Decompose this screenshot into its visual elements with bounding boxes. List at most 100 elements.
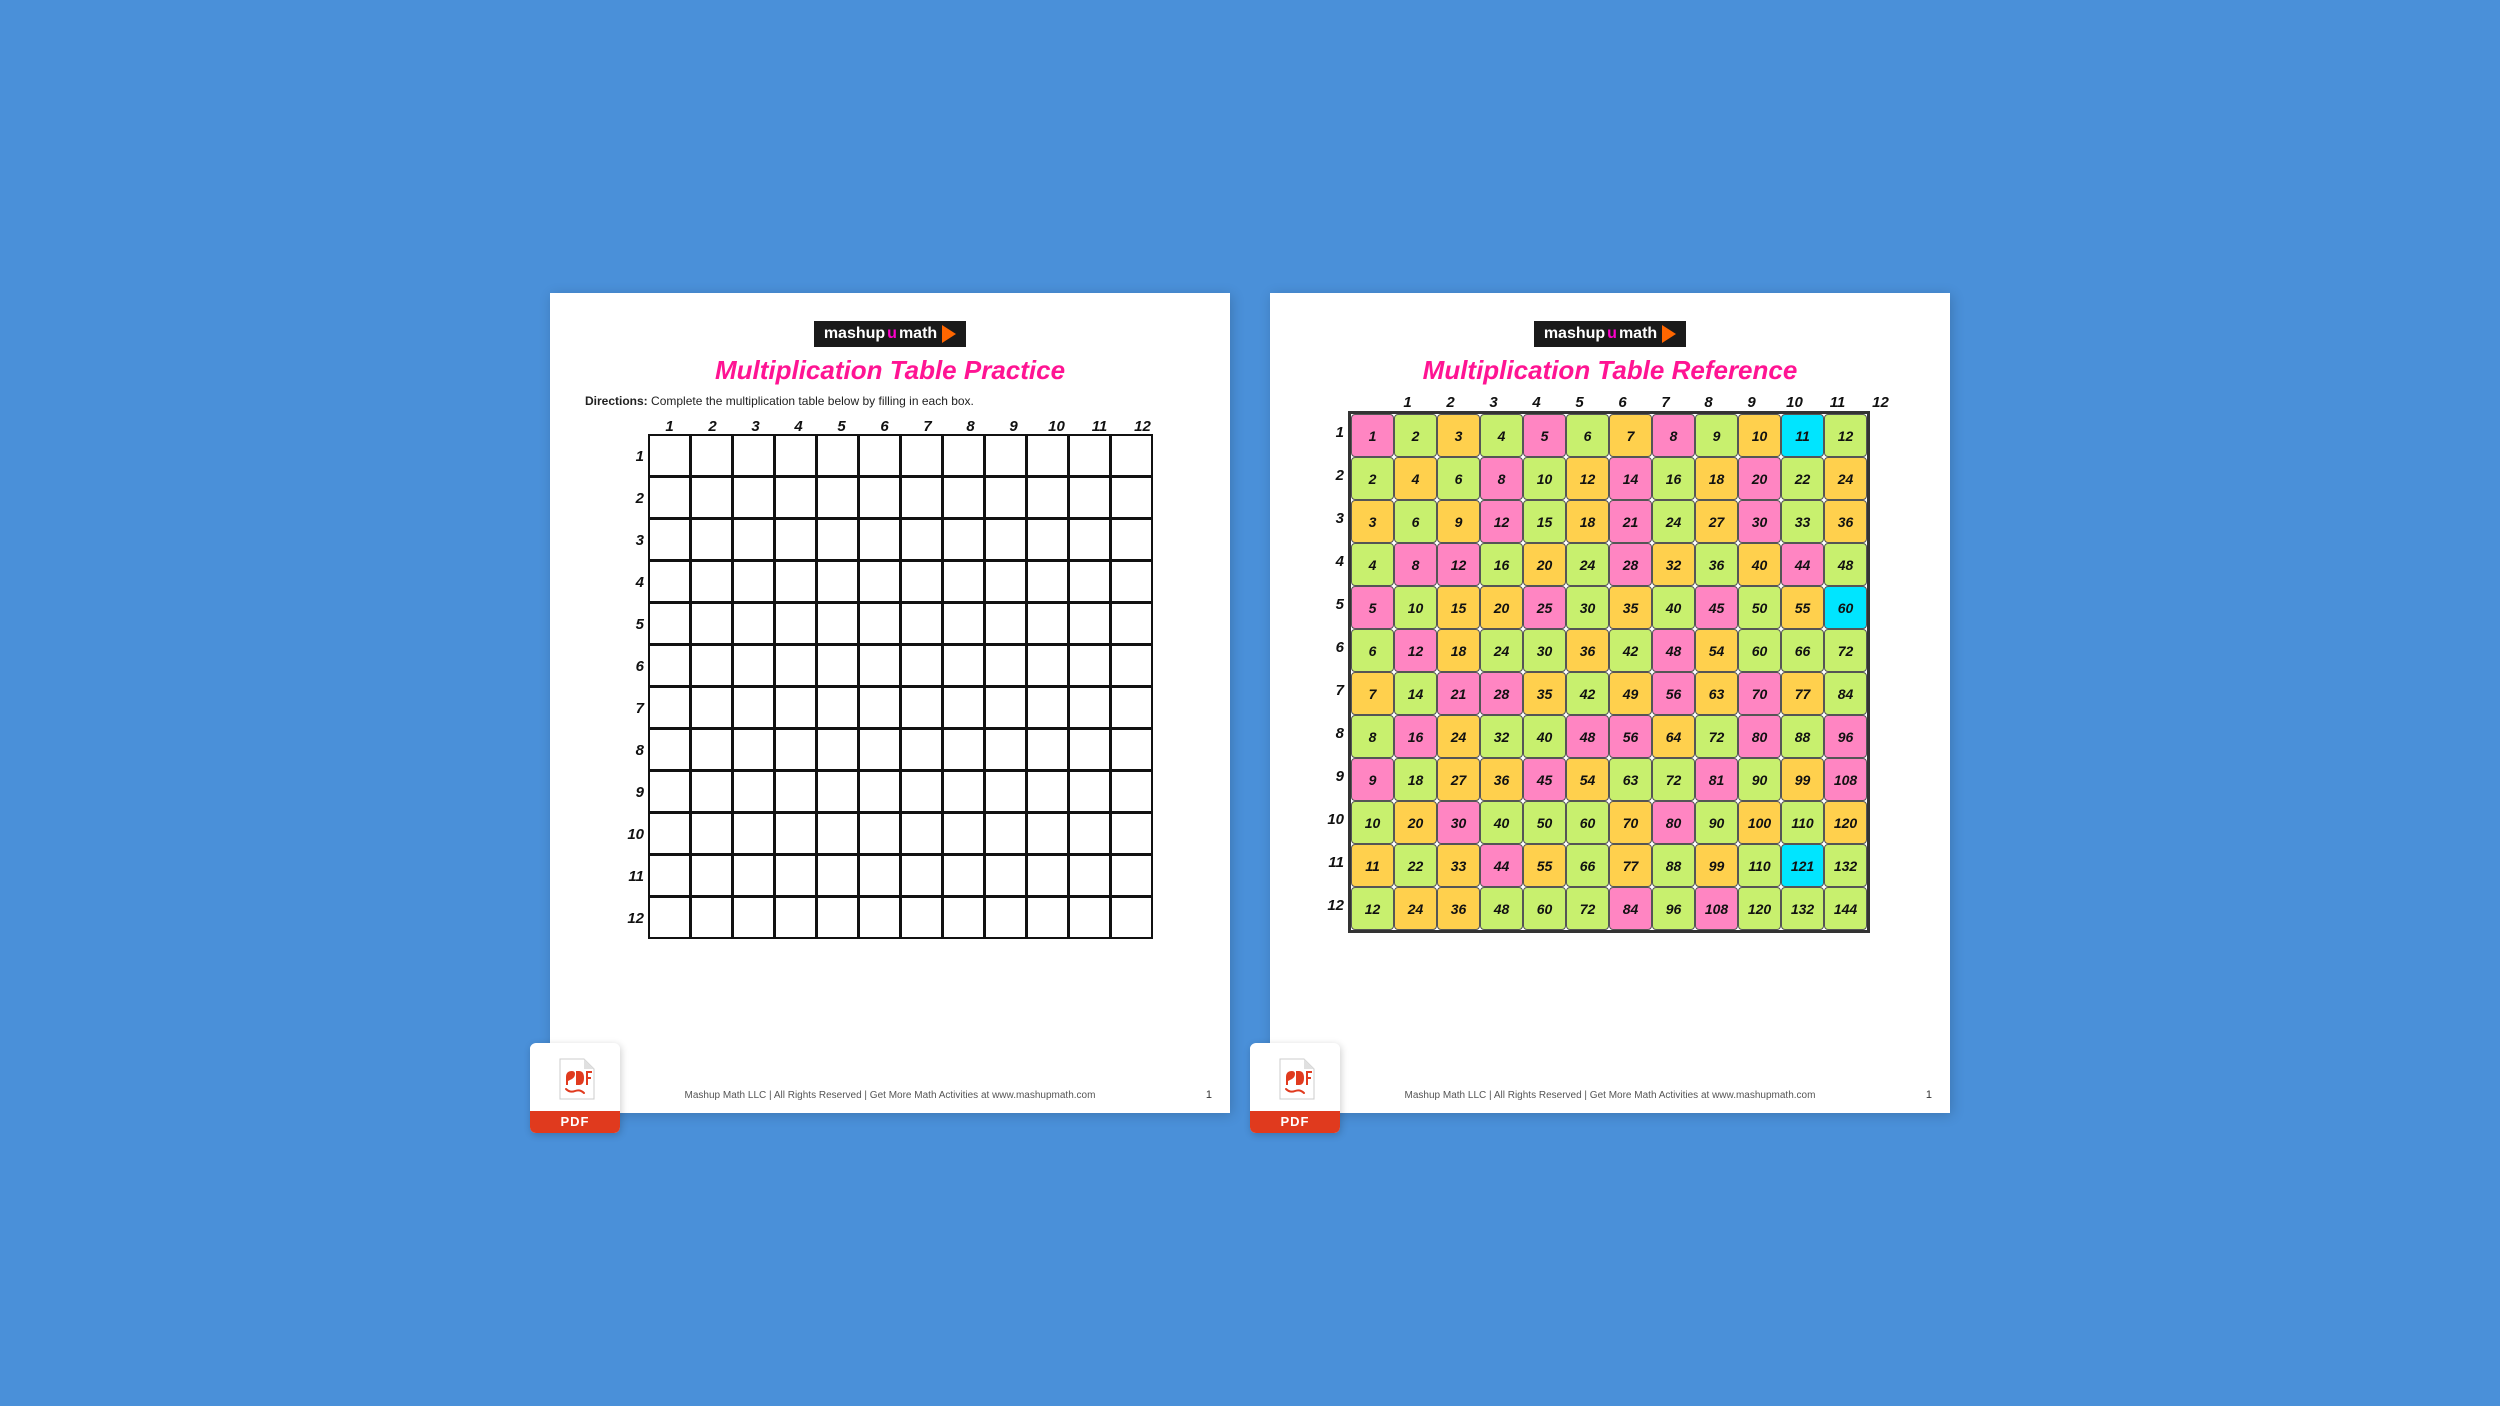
practice-cell[interactable] — [1026, 644, 1069, 687]
practice-cell[interactable] — [648, 602, 691, 645]
practice-cell[interactable] — [732, 854, 775, 897]
practice-cell[interactable] — [774, 434, 817, 477]
practice-cell[interactable] — [816, 602, 859, 645]
practice-cell[interactable] — [732, 434, 775, 477]
practice-cell[interactable] — [648, 812, 691, 855]
practice-cell[interactable] — [1110, 728, 1153, 771]
practice-cell[interactable] — [690, 518, 733, 561]
practice-cell[interactable] — [816, 434, 859, 477]
practice-cell[interactable] — [1068, 560, 1111, 603]
practice-cell[interactable] — [858, 812, 901, 855]
practice-cell[interactable] — [1068, 728, 1111, 771]
practice-cell[interactable] — [690, 854, 733, 897]
practice-cell[interactable] — [942, 476, 985, 519]
practice-cell[interactable] — [858, 476, 901, 519]
practice-cell[interactable] — [1026, 518, 1069, 561]
practice-cell[interactable] — [858, 434, 901, 477]
practice-cell[interactable] — [1068, 644, 1111, 687]
practice-cell[interactable] — [1110, 896, 1153, 939]
practice-cell[interactable] — [900, 770, 943, 813]
practice-cell[interactable] — [984, 728, 1027, 771]
practice-cell[interactable] — [1026, 686, 1069, 729]
practice-cell[interactable] — [774, 728, 817, 771]
practice-cell[interactable] — [858, 686, 901, 729]
practice-cell[interactable] — [648, 728, 691, 771]
practice-cell[interactable] — [774, 602, 817, 645]
practice-cell[interactable] — [648, 686, 691, 729]
practice-cell[interactable] — [1068, 686, 1111, 729]
practice-cell[interactable] — [690, 644, 733, 687]
practice-cell[interactable] — [774, 770, 817, 813]
practice-cell[interactable] — [732, 560, 775, 603]
practice-cell[interactable] — [1110, 476, 1153, 519]
practice-cell[interactable] — [648, 896, 691, 939]
practice-cell[interactable] — [732, 770, 775, 813]
practice-cell[interactable] — [774, 686, 817, 729]
practice-cell[interactable] — [816, 770, 859, 813]
practice-cell[interactable] — [984, 644, 1027, 687]
practice-cell[interactable] — [1026, 602, 1069, 645]
practice-cell[interactable] — [732, 896, 775, 939]
practice-cell[interactable] — [858, 602, 901, 645]
practice-cell[interactable] — [858, 518, 901, 561]
practice-cell[interactable] — [984, 434, 1027, 477]
practice-cell[interactable] — [816, 560, 859, 603]
practice-cell[interactable] — [816, 644, 859, 687]
practice-cell[interactable] — [1026, 896, 1069, 939]
practice-cell[interactable] — [648, 644, 691, 687]
practice-cell[interactable] — [774, 854, 817, 897]
practice-cell[interactable] — [1026, 476, 1069, 519]
practice-cell[interactable] — [1068, 812, 1111, 855]
practice-cell[interactable] — [1026, 434, 1069, 477]
practice-cell[interactable] — [816, 686, 859, 729]
practice-cell[interactable] — [774, 476, 817, 519]
practice-cell[interactable] — [858, 644, 901, 687]
practice-cell[interactable] — [1110, 518, 1153, 561]
practice-cell[interactable] — [816, 476, 859, 519]
practice-cell[interactable] — [942, 728, 985, 771]
practice-cell[interactable] — [690, 896, 733, 939]
practice-cell[interactable] — [1068, 602, 1111, 645]
practice-cell[interactable] — [648, 854, 691, 897]
practice-cell[interactable] — [1026, 560, 1069, 603]
practice-cell[interactable] — [858, 896, 901, 939]
practice-cell[interactable] — [900, 644, 943, 687]
practice-cell[interactable] — [900, 686, 943, 729]
practice-cell[interactable] — [942, 644, 985, 687]
practice-cell[interactable] — [900, 476, 943, 519]
practice-cell[interactable] — [858, 854, 901, 897]
practice-cell[interactable] — [816, 728, 859, 771]
practice-cell[interactable] — [858, 770, 901, 813]
practice-cell[interactable] — [942, 812, 985, 855]
practice-cell[interactable] — [1110, 686, 1153, 729]
practice-cell[interactable] — [942, 854, 985, 897]
practice-cell[interactable] — [732, 644, 775, 687]
practice-cell[interactable] — [774, 518, 817, 561]
practice-cell[interactable] — [984, 602, 1027, 645]
practice-cell[interactable] — [1026, 770, 1069, 813]
practice-cell[interactable] — [900, 602, 943, 645]
practice-cell[interactable] — [690, 770, 733, 813]
practice-cell[interactable] — [900, 434, 943, 477]
practice-cell[interactable] — [816, 854, 859, 897]
practice-cell[interactable] — [732, 602, 775, 645]
practice-cell[interactable] — [690, 728, 733, 771]
practice-cell[interactable] — [690, 812, 733, 855]
practice-cell[interactable] — [984, 896, 1027, 939]
practice-cell[interactable] — [774, 812, 817, 855]
practice-cell[interactable] — [648, 434, 691, 477]
practice-cell[interactable] — [984, 812, 1027, 855]
practice-cell[interactable] — [1068, 770, 1111, 813]
practice-cell[interactable] — [1110, 644, 1153, 687]
pdf-icon-1[interactable]: PDF — [530, 1043, 620, 1133]
practice-cell[interactable] — [732, 812, 775, 855]
practice-cell[interactable] — [900, 560, 943, 603]
practice-cell[interactable] — [732, 476, 775, 519]
practice-cell[interactable] — [1110, 434, 1153, 477]
practice-cell[interactable] — [1026, 854, 1069, 897]
practice-cell[interactable] — [858, 560, 901, 603]
practice-cell[interactable] — [732, 686, 775, 729]
practice-cell[interactable] — [984, 770, 1027, 813]
practice-cell[interactable] — [648, 770, 691, 813]
practice-cell[interactable] — [858, 728, 901, 771]
